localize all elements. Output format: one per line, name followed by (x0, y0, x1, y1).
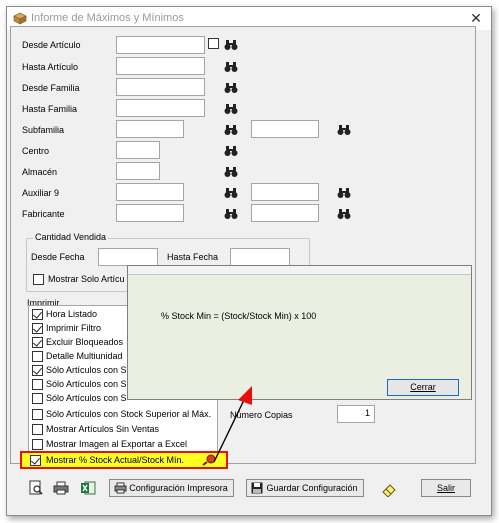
binoculars-icon[interactable] (224, 145, 238, 157)
list-item[interactable]: Mostrar Imagen al Exportar a Excel (29, 438, 217, 452)
auxiliar9-input-2[interactable] (251, 183, 319, 201)
list-item-label: Detalle Multiunidad (46, 351, 123, 361)
configuracion-impresora-button[interactable]: Configuración Impresora (109, 479, 234, 497)
desde-fecha-input[interactable] (98, 248, 158, 266)
desde-articulo-input[interactable] (116, 36, 205, 54)
binoculars-icon[interactable] (224, 82, 238, 94)
excel-icon[interactable] (80, 480, 96, 496)
list-item-label: Mostrar Artículos Sin Ventas (46, 424, 160, 434)
binoculars-icon[interactable] (224, 103, 238, 115)
auxiliar9-label: Auxiliar 9 (22, 188, 60, 198)
guardar-configuracion-button[interactable]: Guardar Configuración (246, 479, 364, 497)
list-item-label: Imprimir Filtro (46, 323, 101, 333)
desde-familia-input[interactable] (116, 78, 205, 96)
configuracion-impresora-label: Configuración Impresora (129, 483, 228, 493)
desde-articulo-checkbox[interactable] (208, 38, 219, 49)
subfamilia-input-2[interactable] (251, 120, 319, 138)
cerrar-button[interactable]: Cerrar (387, 379, 459, 396)
hasta-articulo-label: Hasta Artículo (22, 62, 79, 72)
checkbox[interactable] (30, 455, 41, 466)
fabricante-label: Fabricante (22, 209, 65, 219)
centro-label: Centro (22, 146, 50, 156)
binoculars-icon[interactable] (224, 39, 238, 51)
checkbox[interactable] (32, 393, 43, 404)
binoculars-icon[interactable] (224, 208, 238, 220)
centro-input[interactable] (116, 141, 160, 159)
list-item-label: Sólo Artículos con S (46, 379, 127, 389)
binoculars-icon[interactable] (224, 187, 238, 199)
list-item-label: Sólo Artículos con S (46, 365, 127, 375)
list-item-label: Excluir Bloqueados (46, 337, 124, 347)
list-item-label: Mostrar % Stock Actual/Stock Mín. (46, 455, 185, 465)
desde-familia-label: Desde Familia (22, 83, 80, 93)
preview-icon[interactable] (28, 480, 44, 496)
checkbox[interactable] (32, 409, 43, 420)
checkbox[interactable] (32, 309, 43, 320)
list-item-label: Mostrar Imagen al Exportar a Excel (46, 439, 188, 449)
checkbox[interactable] (32, 439, 43, 450)
almacen-label: Almacén (22, 167, 58, 177)
popup-title-bar (128, 266, 471, 275)
salir-button[interactable]: Salir (421, 479, 471, 497)
info-popup: % Stock Min = (Stock/Stock Min) x 100 Ce… (127, 265, 472, 400)
auxiliar9-input[interactable] (116, 183, 184, 201)
binoculars-icon[interactable] (337, 187, 351, 199)
checkbox[interactable] (32, 323, 43, 334)
list-item-label: Hora Listado (46, 309, 98, 319)
mostrar-solo-label: Mostrar Solo Artícu (48, 274, 125, 284)
fabricante-input-2[interactable] (251, 204, 319, 222)
popup-formula: % Stock Min = (Stock/Stock Min) x 100 (161, 311, 317, 321)
binoculars-icon[interactable] (224, 124, 238, 136)
binoculars-icon[interactable] (224, 61, 238, 73)
hasta-fecha-input[interactable] (230, 248, 290, 266)
list-item[interactable]: Sólo Artículos con Stock Superior al Máx… (29, 408, 217, 422)
mostrar-solo-checkbox[interactable] (33, 274, 44, 285)
checkbox[interactable] (32, 351, 43, 362)
annotation-arrow (213, 386, 252, 463)
subfamilia-label: Subfamilia (22, 125, 65, 135)
window-title: Informe de Máximos y Mínimos (31, 12, 184, 24)
eraser-icon[interactable] (381, 481, 397, 497)
list-item-label: Sólo Artículos con Stock Superior al Máx… (46, 409, 212, 419)
almacen-input[interactable] (116, 162, 160, 180)
list-item[interactable]: Mostrar Artículos Sin Ventas (29, 423, 217, 437)
cantidad-vendida-title: Cantidad Vendida (33, 232, 109, 242)
checkbox[interactable] (32, 379, 43, 390)
checkbox[interactable] (32, 365, 43, 376)
numero-copias-input[interactable]: 1 (337, 405, 375, 423)
fabricante-input[interactable] (116, 204, 184, 222)
highlighted-list-item[interactable]: Mostrar % Stock Actual/Stock Mín. (20, 451, 228, 469)
binoculars-icon[interactable] (337, 208, 351, 220)
printer-icon[interactable] (53, 480, 69, 496)
hasta-articulo-input[interactable] (116, 57, 205, 75)
hasta-fecha-label: Hasta Fecha (167, 252, 219, 262)
floppy-icon (251, 482, 263, 494)
checkbox[interactable] (32, 424, 43, 435)
binoculars-icon[interactable] (337, 124, 351, 136)
desde-fecha-label: Desde Fecha (31, 252, 85, 262)
desde-articulo-label: Desde Artículo (22, 40, 81, 50)
binoculars-icon[interactable] (224, 166, 238, 178)
package-icon (13, 12, 27, 25)
guardar-configuracion-label: Guardar Configuración (266, 483, 358, 493)
hasta-familia-label: Hasta Familia (22, 104, 78, 114)
checkbox[interactable] (32, 337, 43, 348)
close-icon[interactable]: ✕ (467, 9, 485, 27)
hasta-familia-input[interactable] (116, 99, 205, 117)
printer-config-icon (114, 482, 127, 494)
subfamilia-input[interactable] (116, 120, 184, 138)
list-item-label: Sólo Artículos con S (46, 393, 127, 403)
